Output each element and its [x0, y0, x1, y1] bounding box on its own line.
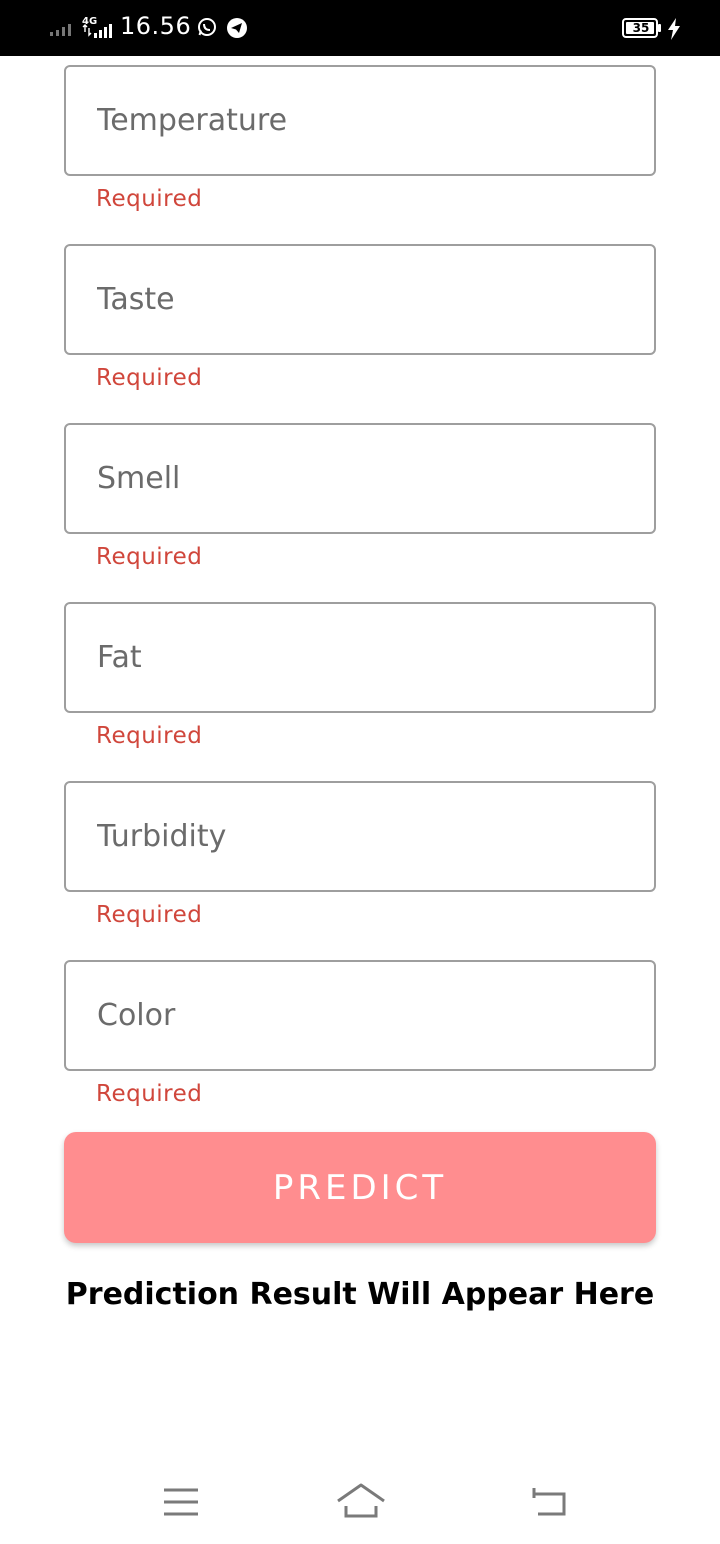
whatsapp-icon [198, 18, 216, 36]
temperature-error: Required [96, 186, 203, 212]
color-error: Required [96, 1081, 203, 1107]
smell-error: Required [96, 544, 203, 570]
taste-input[interactable] [66, 246, 654, 353]
status-time: 16.56 [120, 12, 192, 40]
temperature-input[interactable] [66, 67, 654, 174]
color-field-group: Required [64, 960, 656, 1139]
fat-field[interactable] [64, 602, 656, 713]
menu-icon[interactable] [163, 1486, 199, 1518]
turbidity-input[interactable] [66, 783, 654, 890]
fat-field-group: Required [64, 602, 656, 781]
taste-field-group: Required [64, 244, 656, 423]
smell-field-group: Required [64, 423, 656, 602]
turbidity-field-group: Required [64, 781, 656, 960]
taste-field[interactable] [64, 244, 656, 355]
fat-input[interactable] [66, 604, 654, 711]
smell-field[interactable] [64, 423, 656, 534]
signal-icon [50, 24, 71, 36]
4g-signal-icon: 4G [82, 16, 112, 38]
status-bar: 4G 16.56 35 [0, 0, 720, 56]
telegram-icon [227, 18, 247, 38]
prediction-result-text: Prediction Result Will Appear Here [65, 1277, 655, 1312]
color-field[interactable] [64, 960, 656, 1071]
home-icon[interactable] [335, 1482, 387, 1520]
temperature-field-group: Required [64, 65, 656, 244]
turbidity-error: Required [96, 902, 203, 928]
temperature-field[interactable] [64, 65, 656, 176]
predict-button-label: PREDICT [272, 1167, 448, 1208]
turbidity-field[interactable] [64, 781, 656, 892]
charging-icon [668, 18, 680, 40]
back-icon[interactable] [530, 1486, 568, 1518]
taste-error: Required [96, 365, 203, 391]
smell-input[interactable] [66, 425, 654, 532]
fat-error: Required [96, 723, 203, 749]
color-input[interactable] [66, 962, 654, 1069]
prediction-form: Required Required Required Required Requ… [64, 65, 656, 1139]
battery-level: 35 [632, 21, 650, 35]
predict-button[interactable]: PREDICT [64, 1132, 656, 1243]
